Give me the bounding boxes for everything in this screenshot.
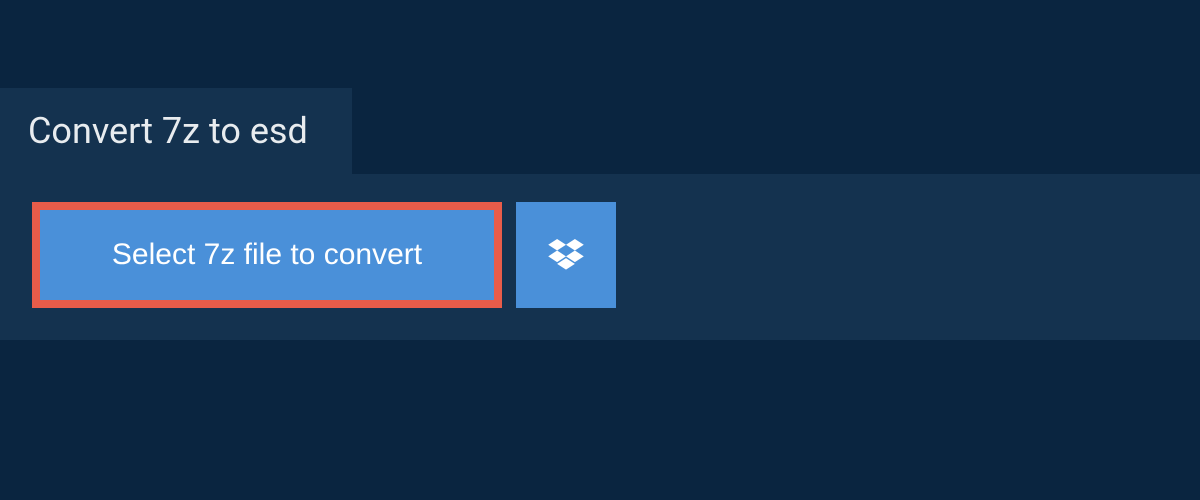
dropbox-icon bbox=[548, 239, 584, 271]
tab-convert[interactable]: Convert 7z to esd bbox=[0, 88, 352, 174]
dropbox-button[interactable] bbox=[516, 202, 616, 308]
select-file-button[interactable]: Select 7z file to convert bbox=[32, 202, 502, 308]
converter-panel: Select 7z file to convert bbox=[0, 174, 1200, 340]
select-file-label: Select 7z file to convert bbox=[112, 238, 422, 272]
converter-widget: Convert 7z to esd Select 7z file to conv… bbox=[0, 0, 1200, 340]
action-row: Select 7z file to convert bbox=[32, 202, 1168, 308]
tab-label: Convert 7z to esd bbox=[28, 110, 308, 152]
